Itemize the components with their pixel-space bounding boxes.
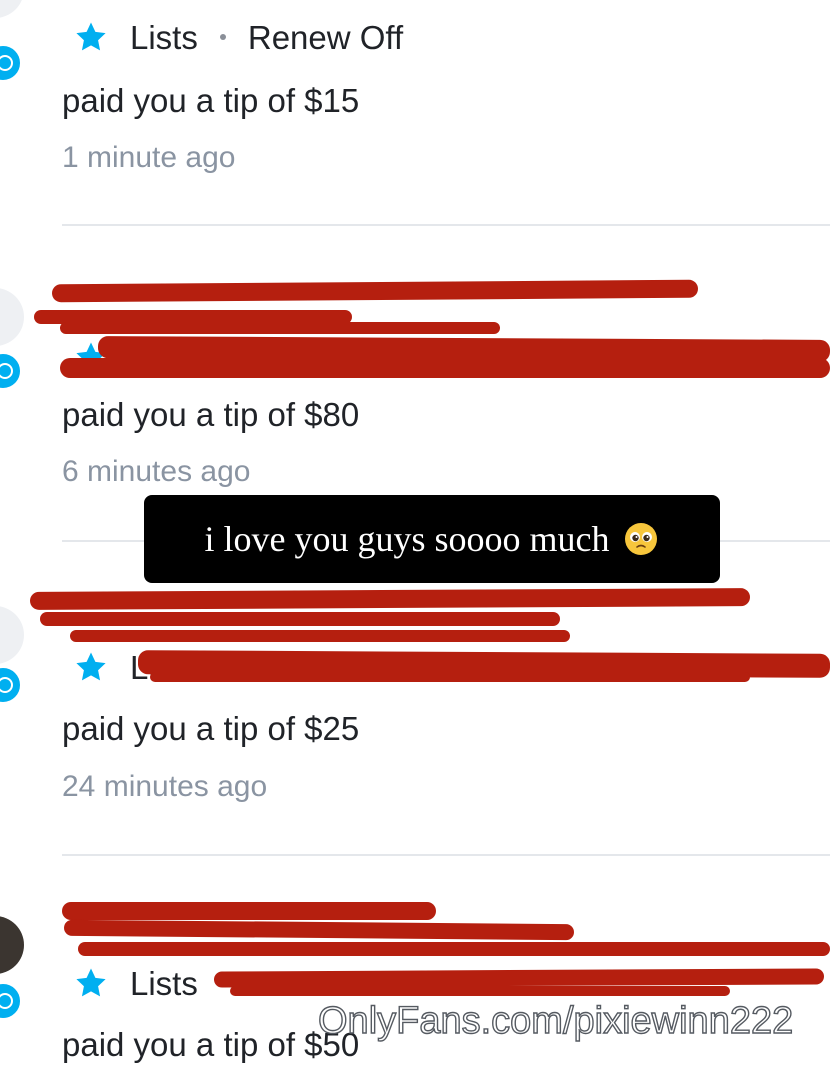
redaction-mark <box>29 588 751 610</box>
story-caption: i love you guys soooo much <box>144 495 720 583</box>
tip-badge-icon <box>0 42 24 84</box>
lists-link[interactable]: Lists <box>130 967 198 1000</box>
notification-item[interactable]: Lists paid you a tip of $50 <box>0 856 830 1080</box>
avatar[interactable] <box>0 606 24 664</box>
redaction-mark <box>40 612 560 626</box>
redaction-mark <box>51 279 699 303</box>
redaction-mark <box>60 322 500 334</box>
notification-item[interactable]: Lists Renew Off paid you a tip of $15 1 … <box>0 0 830 226</box>
avatar[interactable] <box>0 0 24 18</box>
tip-text: paid you a tip of $15 <box>62 82 360 119</box>
renew-status: Renew Off <box>247 18 404 56</box>
caption-text: i love you guys soooo much <box>204 519 610 559</box>
tip-text: paid you a tip of $25 <box>62 710 360 747</box>
tip-badge-icon <box>0 980 24 1022</box>
star-icon <box>76 22 106 51</box>
redaction-mark <box>70 630 570 642</box>
redaction-mark <box>63 919 575 941</box>
star-icon <box>76 968 106 997</box>
avatar[interactable] <box>0 288 24 346</box>
redaction-mark <box>230 986 730 996</box>
lists-link[interactable]: Lists <box>130 21 198 54</box>
notification-meta: Lists Renew Off <box>74 20 403 54</box>
redaction-mark <box>78 942 830 956</box>
redaction-mark <box>60 358 830 378</box>
star-icon <box>76 652 106 681</box>
timestamp: 1 minute ago <box>62 141 236 174</box>
redaction-mark <box>62 902 436 920</box>
tip-text: paid you a tip of $50 <box>62 1026 360 1063</box>
pleading-face-icon <box>625 523 658 555</box>
avatar[interactable] <box>0 916 24 974</box>
redaction-mark <box>213 968 825 988</box>
notification-meta: Lists <box>74 966 198 1000</box>
tip-text: paid you a tip of $80 <box>62 396 360 433</box>
tip-badge-icon <box>0 664 24 706</box>
redaction-mark <box>150 672 750 682</box>
timestamp: 6 minutes ago <box>62 455 251 488</box>
separator-dot <box>219 34 226 40</box>
timestamp: 24 minutes ago <box>62 770 268 803</box>
notification-item[interactable]: Lists paid you a tip of $25 24 minutes a… <box>0 542 830 856</box>
watermark: OnlyFans.com/pixiewinn222 <box>317 1000 794 1042</box>
tip-badge-icon <box>0 350 24 392</box>
